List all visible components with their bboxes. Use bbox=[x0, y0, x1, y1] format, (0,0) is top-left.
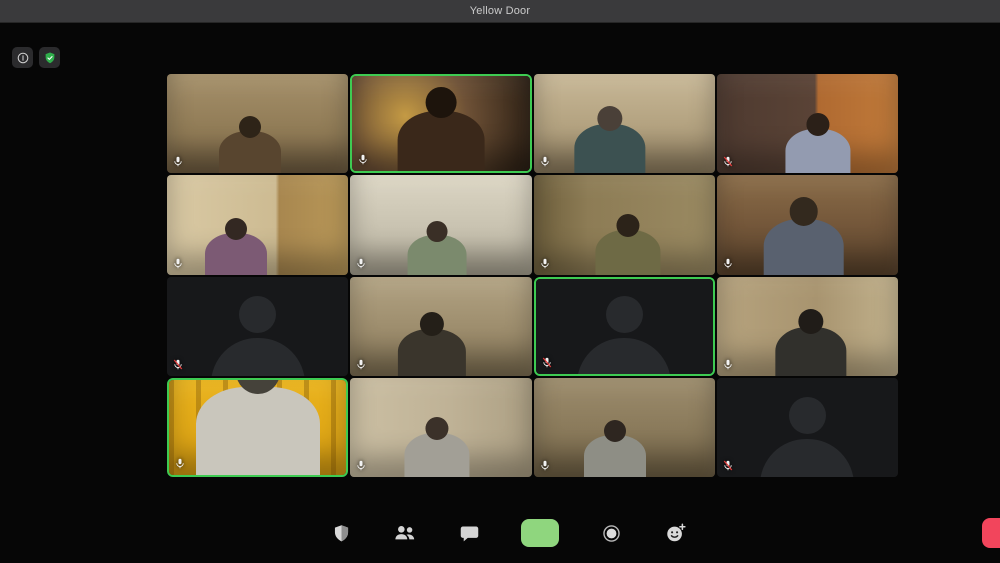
participant-figure bbox=[397, 87, 484, 173]
video-tile[interactable] bbox=[717, 378, 898, 477]
participant-figure bbox=[574, 106, 645, 173]
reactions-smiley-plus-icon bbox=[664, 522, 687, 544]
video-tile[interactable] bbox=[167, 175, 348, 274]
mic-status-icon bbox=[539, 256, 551, 271]
encryption-badge-button[interactable] bbox=[39, 47, 60, 68]
participant-figure bbox=[584, 420, 646, 477]
mic-status-icon bbox=[541, 355, 553, 370]
video-tile[interactable] bbox=[167, 74, 348, 173]
participant-figure bbox=[196, 378, 320, 477]
video-tile[interactable] bbox=[350, 277, 531, 376]
participant-figure bbox=[219, 116, 281, 173]
info-circle-icon bbox=[16, 51, 30, 65]
toolbar-icons bbox=[329, 519, 687, 547]
video-tile[interactable] bbox=[717, 74, 898, 173]
mic-status-icon bbox=[722, 154, 734, 169]
reactions-button[interactable] bbox=[663, 519, 687, 547]
shield-check-icon bbox=[43, 51, 57, 65]
video-tile[interactable] bbox=[350, 378, 531, 477]
record-button[interactable] bbox=[599, 519, 623, 547]
video-tile[interactable] bbox=[534, 277, 715, 376]
participants-icon bbox=[392, 522, 418, 544]
window-titlebar: Yellow Door bbox=[0, 0, 1000, 23]
video-tile[interactable] bbox=[350, 74, 531, 173]
video-tile[interactable] bbox=[534, 175, 715, 274]
meeting-info-controls bbox=[12, 47, 60, 68]
video-tile[interactable] bbox=[717, 277, 898, 376]
participant-figure bbox=[763, 197, 844, 274]
mic-status-icon bbox=[172, 256, 184, 271]
avatar-silhouette-icon bbox=[536, 279, 713, 374]
participant-figure bbox=[775, 309, 846, 376]
avatar-silhouette-icon bbox=[717, 378, 898, 477]
mic-status-icon bbox=[722, 357, 734, 372]
mic-status-icon bbox=[722, 256, 734, 271]
video-tile[interactable] bbox=[534, 378, 715, 477]
video-tile[interactable] bbox=[350, 175, 531, 274]
record-icon bbox=[601, 523, 622, 544]
mic-status-icon bbox=[355, 256, 367, 271]
video-tile[interactable] bbox=[167, 378, 348, 477]
mic-status-icon bbox=[539, 458, 551, 473]
video-tile[interactable] bbox=[167, 277, 348, 376]
share-screen-button[interactable] bbox=[521, 519, 559, 547]
mic-status-icon bbox=[355, 357, 367, 372]
mic-status-icon bbox=[539, 154, 551, 169]
video-tile[interactable] bbox=[717, 175, 898, 274]
participant-figure bbox=[595, 214, 660, 274]
window-title: Yellow Door bbox=[470, 5, 531, 17]
chat-bubble-icon bbox=[459, 523, 480, 544]
participant-figure bbox=[405, 417, 470, 477]
participant-figure bbox=[786, 113, 851, 173]
video-tile[interactable] bbox=[534, 74, 715, 173]
meeting-toolbar bbox=[0, 505, 1000, 563]
leave-meeting-button[interactable] bbox=[982, 518, 1000, 548]
mic-status-icon bbox=[172, 357, 184, 372]
participants-button[interactable] bbox=[393, 519, 417, 547]
mic-status-icon bbox=[172, 154, 184, 169]
participant-figure bbox=[398, 312, 466, 376]
avatar-silhouette-icon bbox=[167, 277, 348, 376]
mic-status-icon bbox=[722, 458, 734, 473]
participant-figure bbox=[408, 221, 467, 275]
meeting-info-button[interactable] bbox=[12, 47, 33, 68]
mic-status-icon bbox=[355, 458, 367, 473]
security-button[interactable] bbox=[329, 519, 353, 547]
chat-button[interactable] bbox=[457, 519, 481, 547]
participant-figure bbox=[205, 218, 267, 275]
mic-status-icon bbox=[174, 456, 186, 471]
zoom-meeting-window: Yellow Door bbox=[0, 0, 1000, 563]
security-shield-icon bbox=[331, 522, 352, 545]
mic-status-icon bbox=[357, 152, 369, 167]
video-grid bbox=[167, 74, 898, 477]
